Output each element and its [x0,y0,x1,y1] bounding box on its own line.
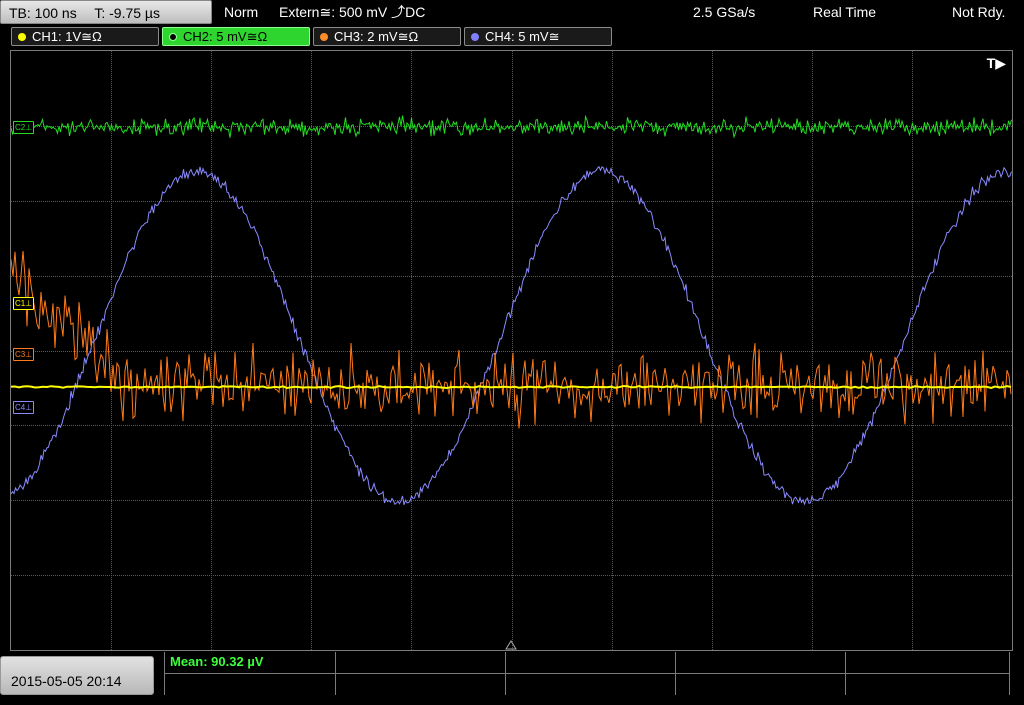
waveform-traces [11,114,1012,506]
channel-4-dot-icon [471,33,479,41]
channel-4-trace [11,165,1012,506]
channel-2-label: CH2: 5 mV≅Ω [183,29,268,44]
trigger-source[interactable]: Extern≅: 500 mV ⤴DC [279,0,425,24]
channel-1-trace [11,385,1012,390]
waveform-display[interactable]: C2⊥ C1⊥ C3⊥ C4⊥ T▶ [10,50,1013,651]
channel-3-button[interactable]: CH3: 2 mV≅Ω [313,27,461,46]
channel-1-label: CH1: 1V≅Ω [32,29,102,44]
timebase-value: TB: 100 ns [9,5,77,21]
trigger-status: Not Rdy. [952,4,1006,20]
timebase-panel[interactable]: TB: 100 ns T: -9.75 µs [0,0,212,24]
channel-1-button[interactable]: CH1: 1V≅Ω [11,27,159,46]
trigger-point-icon [505,640,517,650]
status-bar: TB: 100 ns T: -9.75 µs Norm Extern≅: 500… [0,0,1024,26]
channel-1-offset-marker[interactable]: C1⊥ [13,297,35,310]
channel-3-dot-icon [320,33,328,41]
trigger-mode[interactable]: Norm [224,0,258,24]
trigger-time-value: T: -9.75 µs [94,5,160,21]
measurement-column-divider [845,652,846,695]
channel-4-offset-marker[interactable]: C4⊥ [13,401,35,414]
measurement-column-divider [675,652,676,695]
channel-bar: CH1: 1V≅Ω CH2: 5 mV≅Ω CH3: 2 mV≅Ω CH4: 5… [0,26,1024,48]
channel-4-label: CH4: 5 mV≅ [485,29,560,44]
datetime-display: 2015-05-05 20:14 [0,656,154,695]
channel-3-label: CH3: 2 mV≅Ω [334,29,419,44]
channel-2-offset-marker[interactable]: C2⊥ [13,121,35,134]
channel-4-button[interactable]: CH4: 5 mV≅ [464,27,612,46]
sample-rate[interactable]: 2.5 GSa/s [693,0,755,24]
measurement-column-divider [335,652,336,695]
channel-3-offset-marker[interactable]: C3⊥ [13,348,35,361]
measurement-divider [165,673,1009,674]
channel-2-button[interactable]: CH2: 5 mV≅Ω [162,27,310,46]
measurement-column-divider [505,652,506,695]
trigger-position-marker[interactable]: T▶ [987,55,1006,72]
channel-1-dot-icon [18,33,26,41]
channel-2-trace [11,114,1012,139]
channel-3-trace [11,250,1012,429]
measurement-mean[interactable]: Mean: 90.32 µV [170,654,263,669]
measurement-table: Mean: 90.32 µV [164,652,1010,695]
acquisition-mode[interactable]: Real Time [813,0,876,24]
footer: 2015-05-05 20:14 Mean: 90.32 µV [0,652,1024,695]
channel-2-dot-icon [169,33,177,41]
